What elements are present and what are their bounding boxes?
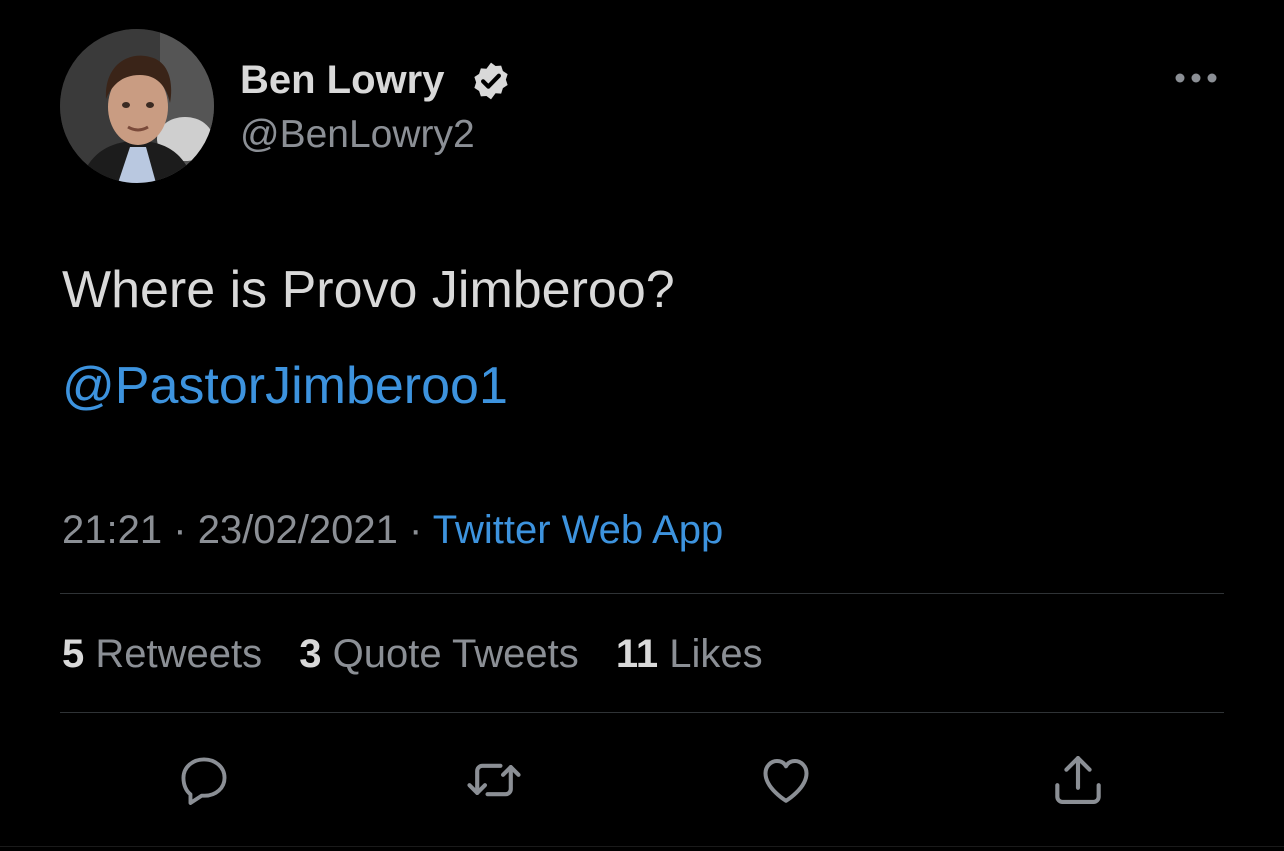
mention-link[interactable]: @PastorJimberoo1 — [62, 354, 508, 418]
heart-icon — [763, 759, 809, 803]
tweet-text: Where is Provo Jimberoo? — [62, 261, 675, 319]
author-handle[interactable]: @BenLowry2 — [240, 112, 475, 158]
share-icon — [1055, 755, 1101, 805]
retweets-count: 5 — [62, 632, 85, 676]
quote-tweets-label: Quote Tweets — [332, 632, 579, 676]
tweet-meta: 21:21 · 23/02/2021 · Twitter Web App — [62, 506, 723, 554]
tweet-time: 21:21 — [62, 508, 163, 552]
meta-separator: · — [173, 508, 187, 552]
divider — [60, 593, 1224, 594]
divider — [60, 712, 1224, 713]
share-button[interactable] — [1046, 748, 1110, 812]
meta-separator: · — [409, 508, 423, 552]
tweet-source-link[interactable]: Twitter Web App — [433, 508, 724, 552]
divider — [0, 846, 1284, 847]
more-options-button[interactable] — [1170, 60, 1222, 96]
verified-badge-icon — [470, 60, 512, 102]
retweets-label: Retweets — [95, 632, 263, 676]
likes-stat[interactable]: 11 Likes — [616, 632, 763, 676]
tweet-date[interactable]: 23/02/2021 — [198, 508, 398, 552]
retweet-icon — [467, 763, 521, 797]
retweets-stat[interactable]: 5 Retweets — [62, 632, 262, 676]
avatar[interactable] — [60, 29, 214, 183]
quote-tweets-stat[interactable]: 3 Quote Tweets — [299, 632, 578, 676]
author-name[interactable]: Ben Lowry — [240, 56, 444, 104]
reply-icon — [181, 757, 227, 805]
retweet-button[interactable] — [462, 748, 526, 812]
tweet-stats: 5 Retweets 3 Quote Tweets 11 Likes — [62, 630, 789, 678]
quote-tweets-count: 3 — [299, 632, 322, 676]
reply-button[interactable] — [172, 748, 236, 812]
tweet-detail: Ben Lowry @BenLowry2 Where is Provo Jimb… — [0, 0, 1284, 851]
more-horizontal-icon — [1175, 73, 1217, 83]
likes-label: Likes — [669, 632, 763, 676]
like-button[interactable] — [754, 748, 818, 812]
likes-count: 11 — [615, 632, 659, 676]
